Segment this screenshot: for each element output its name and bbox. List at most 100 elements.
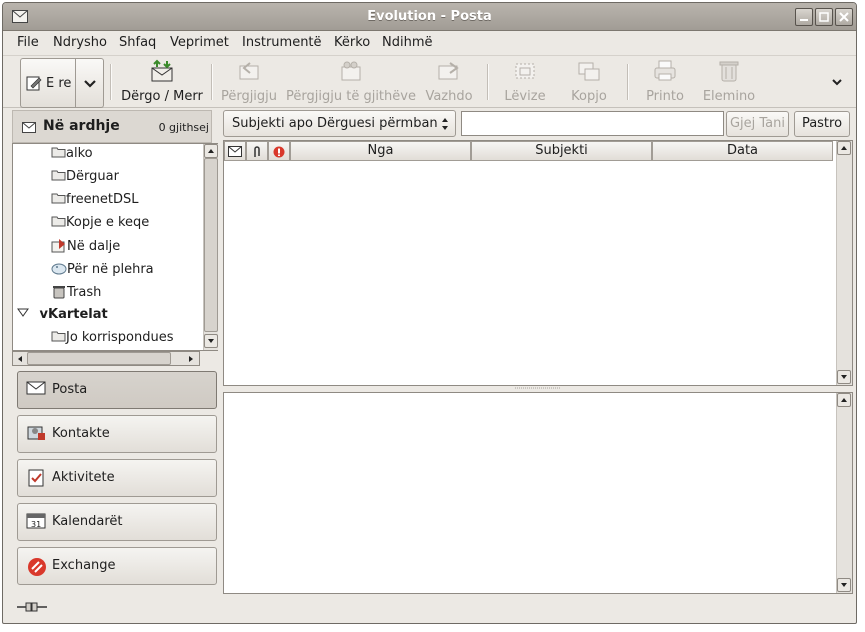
search-input[interactable] (461, 111, 724, 136)
copy-button[interactable]: Kopjo (563, 59, 615, 104)
forward-label: Vazhdo (425, 89, 473, 104)
folder-tree-scrollbar[interactable] (203, 144, 218, 350)
column-priority[interactable] (268, 141, 290, 161)
menu-actions[interactable]: Veprimet (170, 35, 229, 50)
menu-edit[interactable]: Ndrysho (53, 35, 107, 50)
search-scope-dropdown[interactable]: Subjekti apo Dërguesi përmban (223, 110, 456, 137)
reply-all-button[interactable]: Përgjigju të gjithëve (285, 59, 417, 104)
folder-item[interactable]: Dërguar (51, 169, 119, 192)
folder-item[interactable]: freenetDSL (51, 192, 138, 215)
scroll-down-button[interactable] (204, 334, 218, 348)
send-receive-button[interactable]: Dërgo / Merr (118, 59, 206, 104)
outbox-icon (51, 239, 65, 253)
window-title: Evolution - Posta (367, 9, 492, 24)
preview-scrollbar[interactable] (836, 393, 852, 593)
scroll-down-button[interactable] (837, 578, 851, 592)
account-label: vKartelat (39, 307, 108, 322)
folder-item[interactable]: Kopje e keqe (51, 215, 149, 238)
reply-label: Përgjigju (220, 89, 278, 104)
trash-icon (719, 61, 739, 82)
scroll-up-button[interactable] (837, 393, 851, 407)
tasks-icon (28, 469, 44, 487)
toolbar-overflow-icon[interactable] (831, 78, 843, 88)
delete-button[interactable]: Elemino (701, 59, 757, 104)
new-label: E re (46, 76, 72, 91)
exchange-icon (28, 558, 46, 576)
arrow-down-icon (841, 583, 847, 587)
menu-help[interactable]: Ndihmë (382, 35, 433, 50)
folder-label: freenetDSL (66, 192, 139, 207)
paperclip-icon (254, 146, 260, 157)
switcher-label: Kalendarët (52, 514, 123, 529)
column-date[interactable]: Data (652, 141, 833, 161)
menu-view[interactable]: Shfaq (119, 35, 156, 50)
column-status[interactable] (224, 141, 246, 161)
expander-icon[interactable] (17, 308, 29, 318)
connection-status-icon[interactable] (17, 601, 47, 613)
forward-button[interactable]: Vazhdo (421, 59, 477, 104)
scroll-down-button[interactable] (837, 370, 851, 384)
calendar-icon: 31 (26, 513, 46, 529)
pane-resize-handle[interactable] (513, 386, 563, 391)
title-bar[interactable]: Evolution - Posta (3, 3, 856, 31)
folder-label: Për në plehra (67, 262, 154, 277)
arrow-up-icon (841, 146, 847, 150)
folder-item[interactable]: Në dalje (51, 238, 120, 261)
message-preview[interactable] (223, 392, 853, 594)
svg-text:31: 31 (31, 520, 41, 529)
maximize-button[interactable] (815, 8, 833, 26)
toolbar-separator (627, 64, 629, 100)
new-button[interactable]: E re (20, 58, 76, 108)
folder-item[interactable]: Për në plehra (51, 261, 154, 284)
switcher-calendar-button[interactable]: 31 Kalendarët (17, 503, 217, 541)
reply-button[interactable]: Përgjigju (217, 59, 281, 104)
switcher-mail-button[interactable]: Posta (17, 371, 217, 409)
arrow-up-icon (841, 398, 847, 402)
folder-tree[interactable]: alko Dërguar freenetDSL Kopje e keqe Në … (12, 143, 218, 351)
folder-item[interactable]: alko (51, 146, 93, 169)
toolbar-separator (211, 64, 213, 100)
new-dropdown-button[interactable] (76, 58, 104, 108)
folder-label: Dërguar (66, 169, 119, 184)
folder-item[interactable]: Trash (51, 284, 101, 307)
menu-bar: File Ndrysho Shfaq Veprimet Instrumentë … (3, 32, 856, 54)
switcher-tasks-button[interactable]: Aktivitete (17, 459, 217, 497)
switcher-label: Exchange (52, 558, 116, 573)
contacts-icon (27, 426, 45, 440)
scroll-thumb[interactable] (204, 158, 218, 332)
column-subject[interactable]: Subjekti (471, 141, 652, 161)
message-list[interactable]: Nga Subjekti Data (223, 140, 853, 386)
find-now-button[interactable]: Gjej Tani (726, 111, 789, 137)
evolution-window: Evolution - Posta File Ndrysho Shfaq Vep… (2, 2, 857, 624)
folder-icon (51, 331, 66, 342)
scroll-up-button[interactable] (204, 144, 218, 158)
switcher-exchange-button[interactable]: Exchange (17, 547, 217, 585)
folder-icon (51, 147, 66, 158)
print-button[interactable]: Printo (639, 59, 691, 104)
column-from[interactable]: Nga (290, 141, 471, 161)
menu-search[interactable]: Kërko (334, 35, 370, 50)
switcher-label: Aktivitete (52, 470, 115, 485)
folder-count: 0 gjithsej (158, 121, 209, 134)
switcher-contacts-button[interactable]: Kontakte (17, 415, 217, 453)
hscroll-thumb[interactable] (27, 352, 171, 365)
close-button[interactable] (835, 8, 853, 26)
move-button[interactable]: Lëvize (497, 59, 553, 104)
account-vkartelat[interactable]: vKartelat (17, 307, 108, 330)
arrow-up-icon (208, 149, 214, 153)
arrow-right-icon[interactable] (185, 353, 197, 365)
folder-tree-hscrollbar[interactable] (12, 351, 200, 366)
clear-button[interactable]: Pastro (794, 111, 850, 137)
menu-tools[interactable]: Instrumentë (242, 35, 322, 50)
arrow-left-icon[interactable] (14, 353, 26, 365)
delete-label: Elemino (702, 89, 756, 104)
message-list-scrollbar[interactable] (836, 141, 852, 385)
arrow-down-icon (841, 375, 847, 379)
reply-icon (239, 62, 259, 80)
minimize-button[interactable] (795, 8, 813, 26)
menu-file[interactable]: File (17, 35, 39, 50)
column-attachment[interactable] (246, 141, 268, 161)
scroll-up-button[interactable] (837, 141, 851, 155)
folder-item[interactable]: Jo korrispondues (51, 330, 174, 353)
folder-header: Në ardhje 0 gjithsej (12, 110, 212, 143)
